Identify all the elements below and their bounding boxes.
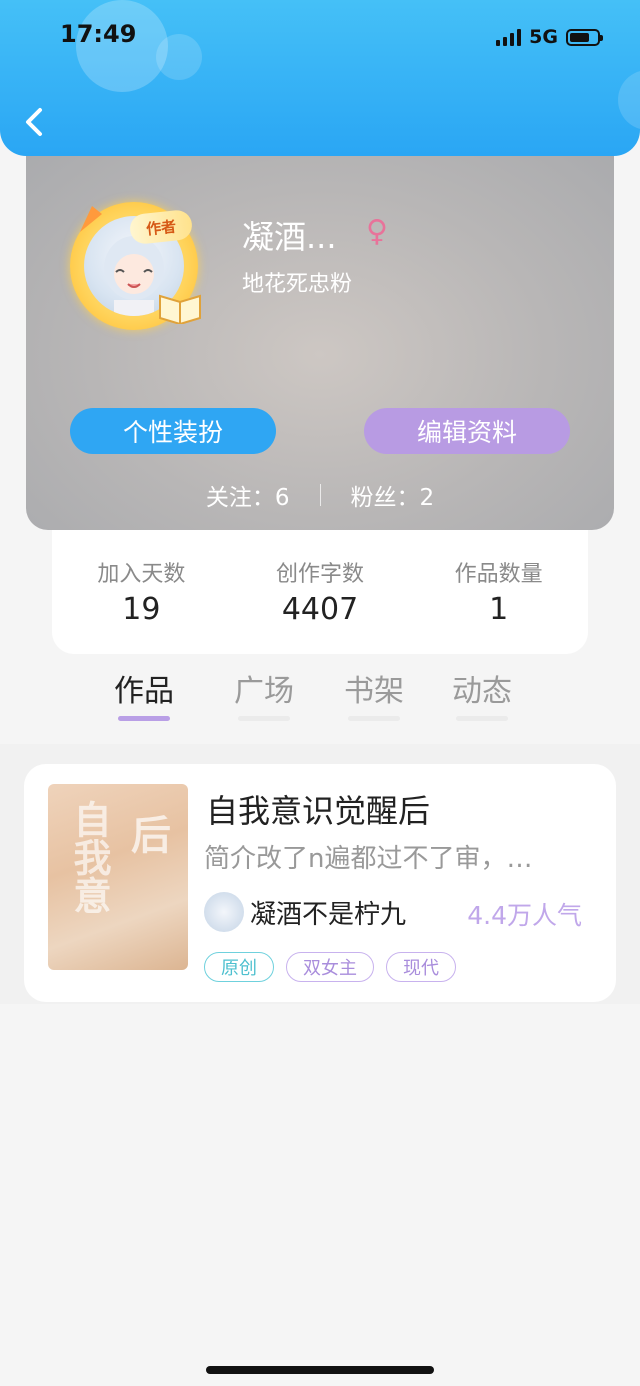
back-arrow-icon[interactable] [22, 106, 50, 138]
tab-underline [238, 716, 290, 721]
tab-label: 作品 [114, 674, 174, 709]
tab-label: 书架 [344, 674, 404, 709]
tag-modern[interactable]: 现代 [386, 952, 456, 982]
tab-bookshelf[interactable]: 书架 [334, 666, 414, 721]
stat-label: 创作字数 [276, 562, 365, 587]
status-icons: 5G [496, 26, 603, 48]
work-author: 凝酒不是柠九 [250, 900, 407, 930]
home-indicator[interactable] [206, 1366, 434, 1374]
work-title[interactable]: 自我意识觉醒后 [206, 786, 430, 832]
tab-underline [118, 716, 170, 721]
avatar[interactable]: 作者 [70, 202, 201, 330]
network-label: 5G [529, 26, 558, 48]
work-card[interactable]: 自我意 识觉醒后 自我意识觉醒后 简介改了n遍都过不了审，… 凝酒不是柠九 4.… [24, 764, 616, 1002]
tab-works[interactable]: 作品 [104, 666, 184, 721]
profile-name: 凝酒... [242, 218, 337, 256]
tag-original[interactable]: 原创 [204, 952, 274, 982]
stat-value: 1 [489, 592, 509, 627]
cover-text: 自我意 [67, 800, 111, 914]
tab-label: 动态 [452, 674, 512, 709]
feather-icon [80, 206, 102, 232]
author-avatar [204, 892, 244, 932]
tab-underline [348, 716, 400, 721]
following-count[interactable]: 关注：6 [206, 478, 290, 512]
stat-works-count: 作品数量 1 [409, 530, 588, 654]
work-description: 简介改了n遍都过不了审，… [204, 844, 533, 874]
stat-value: 19 [122, 592, 161, 627]
content-tabs: 作品 广场 书架 动态 [100, 666, 540, 726]
cover-text: 识觉醒后 [124, 814, 188, 934]
female-gender-icon: ♀ [366, 214, 388, 249]
stat-value: 4407 [281, 592, 359, 627]
fans-count[interactable]: 粉丝：2 [351, 478, 435, 512]
stat-join-days: 加入天数 19 [52, 530, 231, 654]
stat-label: 加入天数 [97, 562, 186, 587]
decor-bubble [618, 70, 640, 130]
follow-row: 关注：6 粉丝：2 [26, 478, 614, 512]
tab-square[interactable]: 广场 [224, 666, 304, 721]
stats-panel: 加入天数 19 创作字数 4407 作品数量 1 [52, 530, 588, 654]
stat-word-count: 创作字数 4407 [231, 530, 410, 654]
decor-bubble [156, 34, 202, 80]
profile-card: 作者 凝酒... ♀ 地花死忠粉 个性装扮 编辑资料 关注：6 粉丝：2 [26, 140, 614, 530]
stat-label: 作品数量 [454, 562, 543, 587]
signal-icon [496, 28, 522, 46]
status-time: 17:49 [60, 20, 137, 48]
profile-signature: 地花死忠粉 [242, 272, 353, 297]
tab-label: 广场 [234, 674, 294, 709]
book-icon [159, 294, 201, 324]
book-cover[interactable]: 自我意 识觉醒后 [48, 784, 188, 970]
work-tags: 原创 双女主 现代 [204, 952, 456, 982]
tab-activity[interactable]: 动态 [442, 666, 522, 721]
work-popularity: 4.4万人气 [467, 901, 582, 930]
top-header: 17:49 5G [0, 0, 640, 156]
tab-underline [456, 716, 508, 721]
edit-profile-button[interactable]: 编辑资料 [364, 408, 570, 454]
divider [319, 484, 321, 506]
personal-style-button[interactable]: 个性装扮 [70, 408, 276, 454]
battery-icon [566, 28, 603, 46]
tag-double-female-lead[interactable]: 双女主 [286, 952, 374, 982]
